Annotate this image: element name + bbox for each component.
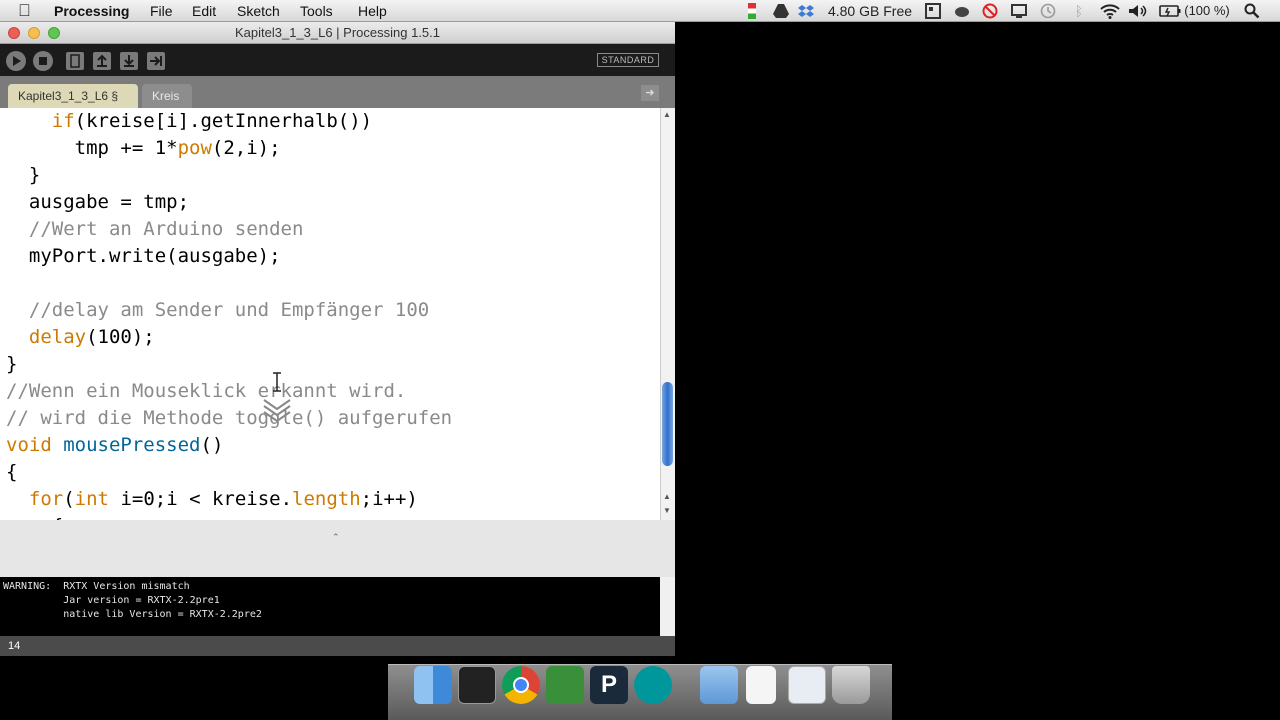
- time-machine-icon[interactable]: [1040, 3, 1056, 19]
- new-button[interactable]: [66, 52, 84, 70]
- code-line-6[interactable]: myPort.write(ausgabe);: [6, 243, 281, 270]
- scroll-down-arrow-icon[interactable]: ▼: [663, 506, 671, 515]
- export-arrow-icon: [150, 56, 162, 66]
- open-button[interactable]: [93, 52, 111, 70]
- code-line-14[interactable]: {: [6, 459, 17, 486]
- dropbox-icon[interactable]: [798, 3, 814, 19]
- display-icon[interactable]: [1011, 3, 1027, 19]
- scroll-down-indicator-icon: [263, 399, 291, 422]
- open-arrow-icon: [97, 54, 107, 67]
- line-number: 14: [8, 640, 21, 652]
- code-line-10[interactable]: }: [6, 351, 17, 378]
- flag-icon[interactable]: [748, 3, 756, 19]
- blocked-icon[interactable]: [982, 3, 998, 19]
- save-button[interactable]: [120, 52, 138, 70]
- tab-menu-arrow-icon[interactable]: ➜: [641, 85, 659, 101]
- console-line-1: WARNING: RXTX Version mismatch: [3, 581, 190, 592]
- message-area: ⌃: [0, 520, 675, 577]
- menu-help[interactable]: Help: [358, 0, 387, 22]
- battery-status[interactable]: (100 %): [1184, 2, 1230, 20]
- apple-icon[interactable]: : [18, 1, 31, 21]
- save-arrow-icon: [124, 55, 134, 67]
- run-button[interactable]: [6, 51, 26, 71]
- mode-button[interactable]: STANDARD: [597, 53, 659, 67]
- play-icon: [13, 56, 21, 66]
- disk-free-status[interactable]: 4.80 GB Free: [825, 2, 915, 20]
- console-line-3: native lib Version = RXTX-2.2pre2: [3, 609, 262, 620]
- menu-edit[interactable]: Edit: [192, 0, 216, 22]
- arduino-icon[interactable]: [634, 666, 672, 704]
- status-bar: 14: [0, 636, 675, 656]
- spotlight-icon[interactable]: [1244, 3, 1260, 19]
- code-editor[interactable]: if(kreise[i].getInnerhalb()) tmp += 1*po…: [0, 108, 660, 520]
- wifi-icon[interactable]: [1100, 3, 1120, 19]
- code-line-1[interactable]: if(kreise[i].getInnerhalb()): [6, 108, 372, 135]
- code-line-11[interactable]: //Wenn ein Mouseklick erkannt wird.: [6, 378, 406, 405]
- chrome-icon[interactable]: [502, 666, 540, 704]
- window-title: Kapitel3_1_3_L6 | Processing 1.5.1: [234, 25, 441, 40]
- code-line-9[interactable]: delay(100);: [6, 324, 155, 351]
- drive-icon[interactable]: [773, 3, 789, 19]
- bluetooth-icon[interactable]: ᛒ: [1072, 2, 1086, 20]
- coda-icon[interactable]: [546, 666, 584, 704]
- processing-icon[interactable]: P: [590, 666, 628, 704]
- new-file-icon: [70, 54, 80, 68]
- volume-icon[interactable]: [1128, 3, 1148, 19]
- menu-tools[interactable]: Tools: [300, 0, 333, 22]
- export-button[interactable]: [147, 52, 165, 70]
- stop-icon: [39, 57, 47, 65]
- console-scrollbar[interactable]: [660, 577, 675, 636]
- text-cursor-icon: [273, 372, 281, 392]
- code-line-15[interactable]: for(int i=0;i < kreise.length;i++): [6, 486, 418, 513]
- menu-sketch[interactable]: Sketch: [237, 0, 280, 22]
- finder-icon[interactable]: [414, 666, 452, 704]
- console[interactable]: WARNING: RXTX Version mismatch Jar versi…: [0, 577, 660, 636]
- grid-icon[interactable]: [925, 3, 941, 19]
- menu-bar:  Processing File Edit Sketch Tools Help…: [0, 0, 1280, 22]
- code-line-13[interactable]: void mousePressed(): [6, 432, 223, 459]
- battery-icon[interactable]: [1159, 3, 1181, 19]
- code-line-8[interactable]: //delay am Sender und Empfänger 100: [6, 297, 429, 324]
- folder-icon[interactable]: [700, 666, 738, 704]
- code-line-2[interactable]: tmp += 1*pow(2,i);: [6, 135, 281, 162]
- trash-icon[interactable]: [832, 666, 870, 704]
- console-line-2: Jar version = RXTX-2.2pre1: [3, 595, 220, 606]
- stop-button[interactable]: [33, 51, 53, 71]
- menu-app[interactable]: Processing: [54, 0, 129, 22]
- preview-icon[interactable]: [788, 666, 826, 704]
- code-line-12[interactable]: // wird die Methode toggle() aufgerufen: [6, 405, 452, 432]
- code-line-3[interactable]: }: [6, 162, 40, 189]
- splitter-handle-icon[interactable]: ⌃: [332, 532, 340, 543]
- code-line-16[interactable]: {: [6, 513, 63, 520]
- window-titlebar[interactable]: Kapitel3_1_3_L6 | Processing 1.5.1: [0, 22, 675, 44]
- code-line-4[interactable]: ausgabe = tmp;: [6, 189, 189, 216]
- menu-file[interactable]: File: [150, 0, 173, 22]
- tab-kapitel3[interactable]: Kapitel3_1_3_L6 §: [8, 84, 138, 108]
- code-line-5[interactable]: //Wert an Arduino senden: [6, 216, 304, 243]
- scroll-up-arrow-lower-icon[interactable]: ▲: [663, 492, 671, 501]
- editor-scroll-thumb[interactable]: [662, 382, 673, 466]
- scroll-up-arrow-icon[interactable]: ▲: [663, 110, 671, 119]
- document-icon[interactable]: [746, 666, 776, 704]
- cloud-icon[interactable]: [954, 3, 970, 19]
- terminal-icon[interactable]: [458, 666, 496, 704]
- tab-kreis[interactable]: Kreis: [142, 84, 192, 108]
